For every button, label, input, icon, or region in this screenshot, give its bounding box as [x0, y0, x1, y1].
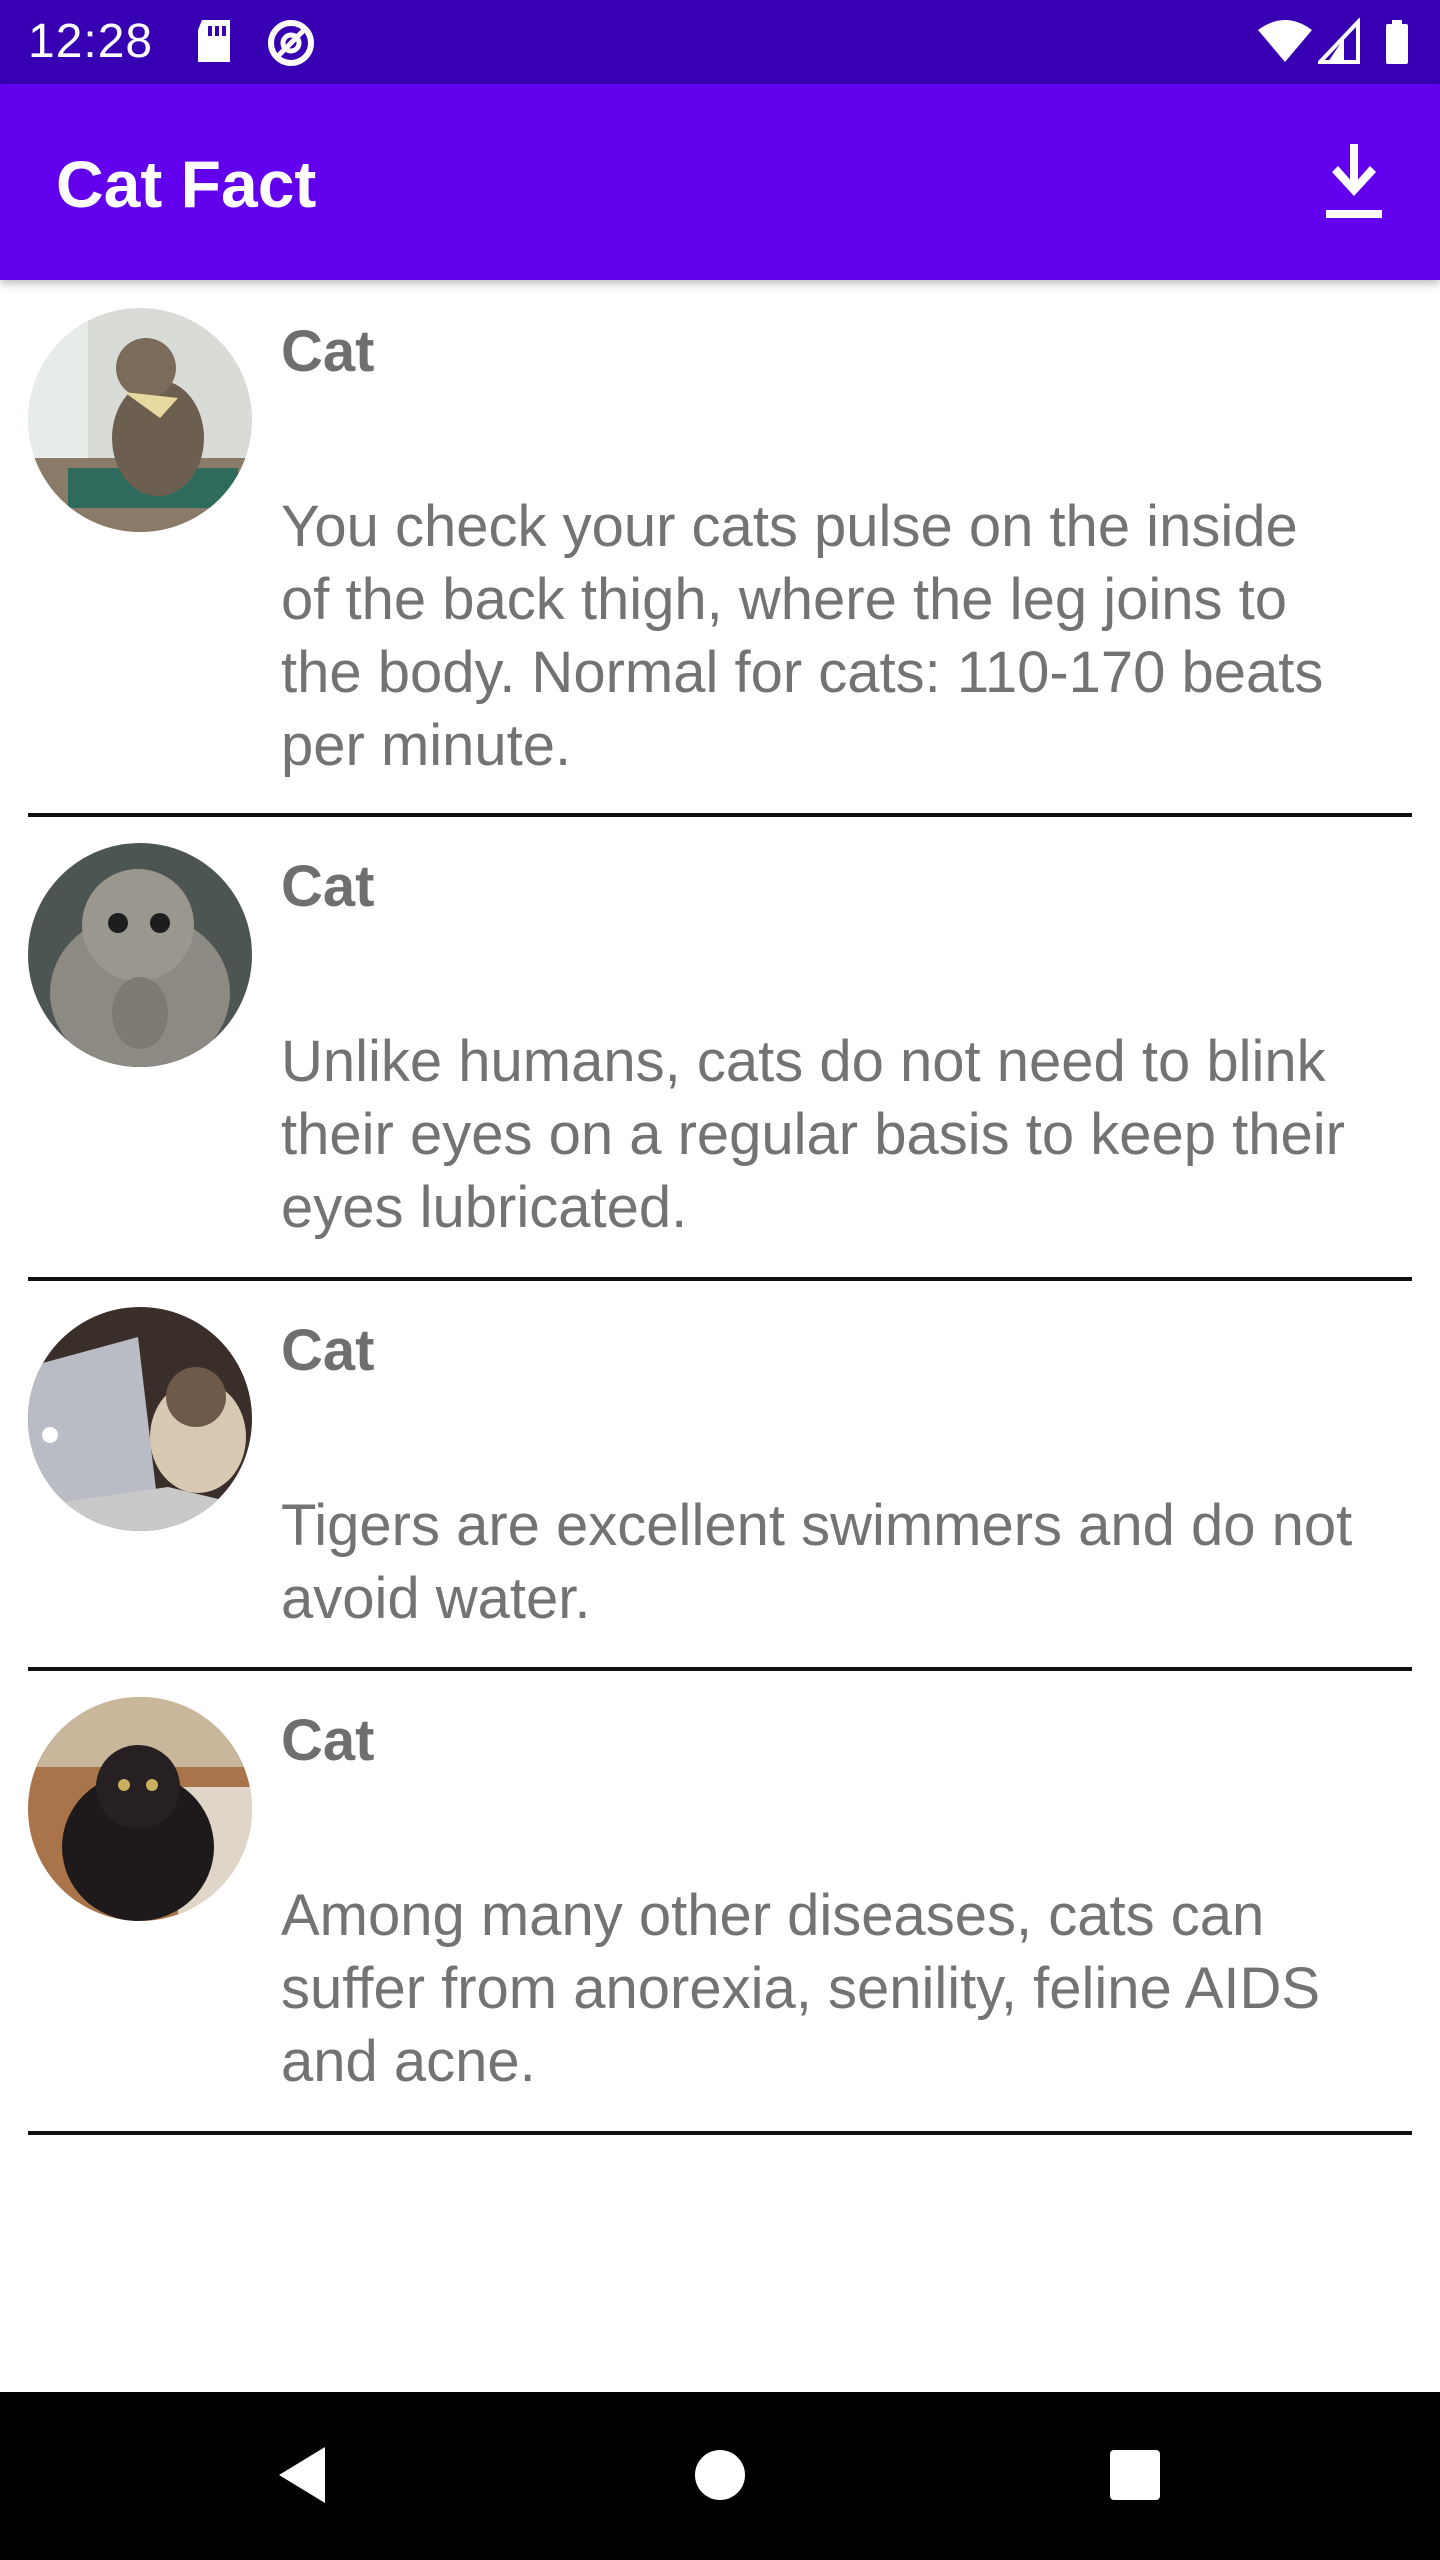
- fact-title: Cat: [281, 319, 375, 384]
- wifi-icon: [1256, 18, 1314, 66]
- app-title: Cat Fact: [56, 147, 317, 221]
- fact-text: You check your cats pulse on the inside …: [281, 494, 1324, 778]
- fact-text: Among many other diseases, cats can suff…: [281, 1883, 1321, 2094]
- recents-icon: [1108, 2448, 1162, 2507]
- app-bar: Cat Fact: [0, 84, 1440, 280]
- home-icon: [693, 2448, 747, 2507]
- cat-avatar: [28, 308, 252, 532]
- divider: [28, 2131, 1412, 2135]
- cat-avatar: [28, 843, 252, 1067]
- cat-avatar: [28, 1697, 252, 1921]
- status-bar: 12:28: [0, 0, 1440, 84]
- fact-text: Unlike humans, cats do not need to blink…: [281, 1029, 1345, 1240]
- fact-text: Tigers are excellent swimmers and do not…: [281, 1493, 1353, 1631]
- cat-avatar: [28, 1307, 252, 1531]
- fact-list: Cat You check your cats pulse on the ins…: [0, 282, 1440, 2135]
- nav-bar: [0, 2392, 1440, 2560]
- status-time: 12:28: [28, 15, 154, 68]
- battery-icon: [1384, 18, 1410, 66]
- list-item[interactable]: Cat Among many other diseases, cats can …: [0, 1671, 1440, 2135]
- download-icon: [1324, 143, 1384, 225]
- list-item[interactable]: Cat Unlike humans, cats do not need to b…: [0, 817, 1440, 1281]
- list-item[interactable]: Cat You check your cats pulse on the ins…: [0, 282, 1440, 817]
- sd-card-icon: [192, 18, 236, 66]
- back-icon: [273, 2443, 333, 2512]
- fact-title: Cat: [281, 854, 375, 919]
- screen: 12:28 Cat Fact Cat You check your cats p…: [0, 0, 1440, 2560]
- cell-signal-icon: [1315, 16, 1360, 66]
- download-button[interactable]: [1304, 134, 1404, 234]
- recents-button[interactable]: [1090, 2432, 1180, 2522]
- back-button[interactable]: [258, 2432, 348, 2522]
- list-item[interactable]: Cat Tigers are excellent swimmers and do…: [0, 1281, 1440, 1671]
- at-sign-icon: [266, 18, 316, 66]
- home-button[interactable]: [675, 2432, 765, 2522]
- fact-title: Cat: [281, 1318, 375, 1383]
- fact-title: Cat: [281, 1708, 375, 1773]
